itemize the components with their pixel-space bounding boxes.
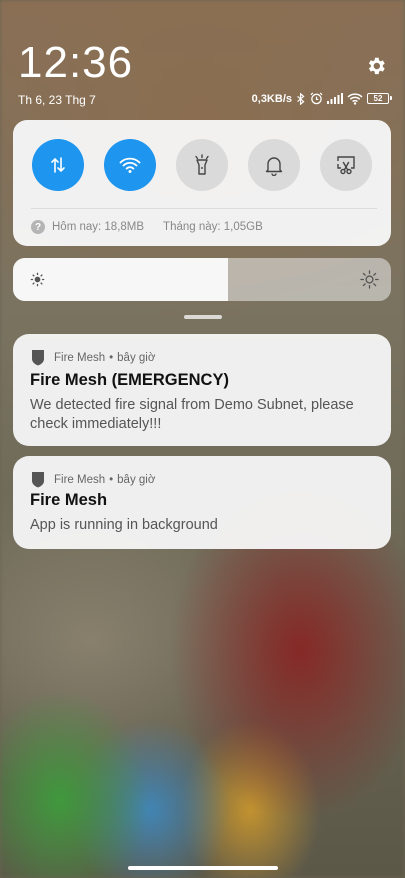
tile-mobile-data[interactable] (32, 139, 84, 191)
flashlight-icon (195, 154, 209, 175)
bluetooth-icon (296, 92, 306, 105)
brightness-slider[interactable] (13, 258, 391, 301)
brightness-low-icon (30, 272, 45, 287)
notification-app-name: Fire Mesh (54, 351, 106, 364)
separator-dot: • (109, 473, 114, 486)
signal-icon (327, 93, 343, 104)
usage-month: Tháng này: 1,05GB (163, 221, 263, 233)
bell-icon (265, 157, 283, 176)
notification-header: Fire Mesh • bây giờ (31, 349, 155, 366)
brightness-high-icon (360, 270, 379, 289)
settings-gear-icon[interactable] (365, 55, 387, 77)
notification-time: bây giờ (117, 351, 156, 364)
battery-level: 52 (373, 94, 383, 103)
notification-title: Fire Mesh (EMERGENCY) (30, 371, 229, 389)
usage-today: Hôm nay: 18,8MB (52, 221, 145, 233)
shield-app-icon (32, 472, 44, 488)
tile-screenshot[interactable] (320, 139, 372, 191)
tile-sound[interactable] (248, 139, 300, 191)
tile-wifi[interactable] (104, 139, 156, 191)
notification-card[interactable]: Fire Mesh • bây giờ Fire Mesh (EMERGENCY… (13, 334, 391, 446)
quick-settings-divider (31, 208, 377, 209)
notification-body: We detected fire signal from Demo Subnet… (30, 397, 354, 432)
battery-icon: 52 (367, 93, 392, 104)
data-transfer-icon (51, 157, 65, 173)
date: Th 6, 23 Thg 7 (18, 93, 96, 107)
notification-card[interactable]: Fire Mesh • bây giờ Fire Mesh App is run… (13, 456, 391, 549)
separator-dot: • (109, 351, 114, 364)
panel-drag-handle[interactable] (184, 315, 222, 319)
shield-app-icon (32, 350, 44, 366)
quick-settings-panel: ? Hôm nay: 18,8MB Tháng này: 1,05GB (13, 120, 391, 246)
notification-body: App is running in background (30, 517, 218, 533)
status-bar: 12:36 Th 6, 23 Thg 7 0,3KB/s 52 (0, 0, 405, 120)
wifi-status-icon (347, 92, 363, 105)
home-indicator[interactable] (128, 866, 278, 870)
data-usage: ? Hôm nay: 18,8MB Tháng này: 1,05GB (31, 220, 263, 234)
help-icon: ? (31, 220, 45, 234)
scissors-screen-icon (337, 156, 355, 175)
notification-time: bây giờ (117, 473, 156, 486)
tile-flashlight[interactable] (176, 139, 228, 191)
alarm-icon (310, 92, 323, 105)
wifi-icon (119, 157, 141, 173)
clock: 12:36 (18, 38, 134, 87)
network-speed: 0,3KB/s (251, 92, 292, 105)
system-icons: 0,3KB/s 52 (251, 92, 392, 105)
notification-app-name: Fire Mesh (54, 473, 106, 486)
notification-header: Fire Mesh • bây giờ (31, 471, 155, 488)
notification-title: Fire Mesh (30, 491, 108, 509)
quick-settings-tiles (13, 139, 391, 191)
